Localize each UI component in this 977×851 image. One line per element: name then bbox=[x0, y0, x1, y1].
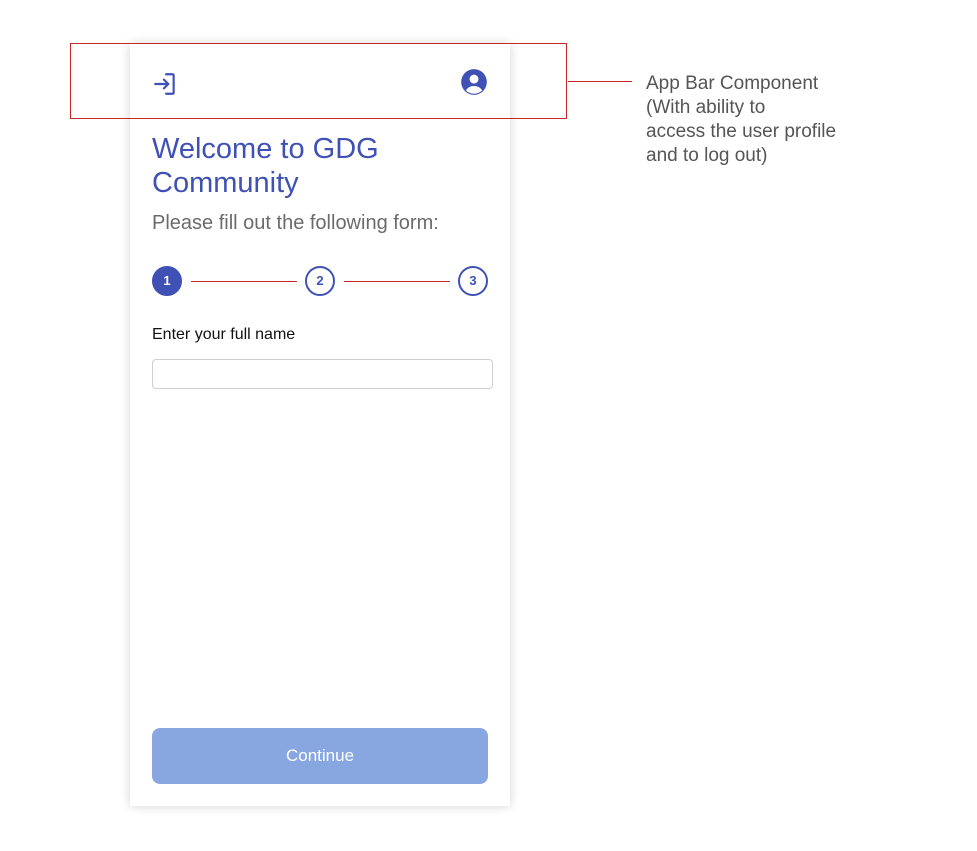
full-name-label: Enter your full name bbox=[152, 326, 296, 343]
full-name-input[interactable] bbox=[152, 359, 493, 389]
step-connector bbox=[191, 281, 297, 282]
step-3-indicator[interactable]: 3 bbox=[458, 266, 488, 296]
step-1-indicator[interactable]: 1 bbox=[152, 266, 182, 296]
continue-button[interactable]: Continue bbox=[152, 728, 488, 784]
step-2-indicator[interactable]: 2 bbox=[305, 266, 335, 296]
app-bar-annotation: App Bar Component (With ability to acces… bbox=[646, 73, 837, 166]
app-bar-highlight bbox=[70, 43, 567, 119]
form-stepper: 1 2 3 bbox=[152, 266, 488, 296]
callout-line bbox=[568, 81, 632, 82]
mobile-screen: Welcome to GDG Community Please fill out… bbox=[130, 44, 510, 806]
step-connector bbox=[344, 281, 450, 282]
page-title: Welcome to GDG Community bbox=[152, 133, 379, 199]
form-instructions: Please fill out the following form: bbox=[152, 212, 439, 234]
